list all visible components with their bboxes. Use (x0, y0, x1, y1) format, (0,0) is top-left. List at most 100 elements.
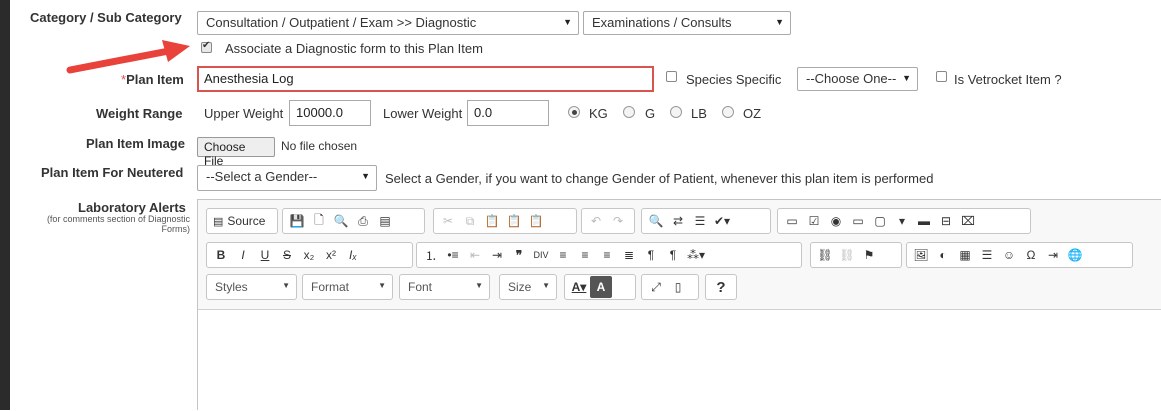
subcategory-select-value: Examinations / Consults (592, 15, 732, 30)
text-color-icon[interactable]: A▾ (568, 276, 590, 298)
image-button-icon[interactable]: ⊟ (935, 210, 957, 232)
align-center-icon[interactable]: ≡ (574, 244, 596, 266)
toolbar-group-insert: 🖼 ◐ ▦ ☰ ☺ Ω ⇥ 🌐 (906, 242, 1133, 268)
select-field-icon[interactable]: ▾ (891, 210, 913, 232)
paste-icon[interactable]: 📋 (481, 210, 503, 232)
bg-color-icon[interactable]: A (590, 276, 612, 298)
special-char-icon[interactable]: Ω (1020, 244, 1042, 266)
subscript-icon[interactable]: x₂ (298, 244, 320, 266)
iframe-globe-icon[interactable]: 🌐 (1064, 244, 1086, 266)
plan-item-input[interactable]: Anesthesia Log (197, 66, 654, 92)
preview-icon[interactable]: 🔍 (330, 210, 352, 232)
templates-icon[interactable]: ▤ (374, 210, 396, 232)
bulleted-list-icon[interactable]: •≡ (442, 244, 464, 266)
form-icon[interactable]: ▭ (781, 210, 803, 232)
table-icon[interactable]: ▦ (954, 244, 976, 266)
smiley-icon[interactable]: ☺ (998, 244, 1020, 266)
chevron-down-icon: ▼ (361, 171, 370, 181)
gender-select[interactable]: --Select a Gender-- ▼ (197, 165, 377, 191)
help-button[interactable]: ? (710, 276, 732, 298)
subcategory-select[interactable]: Examinations / Consults ▼ (583, 11, 791, 35)
species-specific-label: Species Specific (686, 72, 782, 87)
category-label: Category / Sub Category (30, 10, 182, 25)
textarea-icon[interactable]: ▢ (869, 210, 891, 232)
paste-word-icon[interactable]: 📋 (525, 210, 547, 232)
button-field-icon[interactable]: ▬ (913, 210, 935, 232)
styles-combo[interactable]: Styles ▼ (206, 274, 297, 300)
replace-icon[interactable]: ⇄ (667, 210, 689, 232)
lab-alerts-label: Laboratory Alerts (78, 200, 186, 215)
editor-toolbar: ▤ Source 💾 🗋 🔍 ⎙ ▤ ✂ ⧉ 📋 📋 📋 ↶ ↷ 🔍 ⇄ ☰ ✔▾ (198, 200, 1161, 310)
unit-radio-g[interactable] (623, 106, 635, 118)
checkbox-icon[interactable]: ☑ (803, 210, 825, 232)
unit-radio-lb[interactable] (670, 106, 682, 118)
anchor-flag-icon[interactable]: ⚑ (858, 244, 880, 266)
div-icon[interactable]: DIV (530, 244, 552, 266)
link-icon[interactable]: ⛓ (814, 244, 836, 266)
chevron-down-icon: ▼ (542, 281, 550, 290)
species-specific-checkbox[interactable] (666, 71, 677, 82)
undo-icon[interactable]: ↶ (585, 210, 607, 232)
unit-radio-kg[interactable] (568, 106, 580, 118)
spellcheck-icon[interactable]: ✔▾ (711, 210, 733, 232)
show-blocks-icon[interactable]: ▯ (667, 276, 689, 298)
format-combo-label: Format (311, 280, 350, 294)
align-right-icon[interactable]: ≡ (596, 244, 618, 266)
editor-content-area[interactable] (198, 311, 1161, 411)
choose-file-button[interactable]: Choose File (197, 137, 275, 168)
language-icon[interactable]: ⁂▾ (684, 244, 708, 266)
select-all-icon[interactable]: ☰ (689, 210, 711, 232)
category-select[interactable]: Consultation / Outpatient / Exam >> Diag… (197, 11, 579, 35)
paste-text-icon[interactable]: 📋 (503, 210, 525, 232)
upper-weight-input[interactable]: 10000.0 (289, 100, 371, 126)
horizontal-rule-icon[interactable]: ☰ (976, 244, 998, 266)
strike-icon[interactable]: S (276, 244, 298, 266)
chevron-down-icon: ▼ (282, 281, 290, 290)
no-file-text: No file chosen (281, 139, 358, 153)
blockquote-icon[interactable]: ❞ (508, 244, 530, 266)
hidden-field-icon[interactable]: ⌧ (957, 210, 979, 232)
chevron-down-icon: ▼ (775, 17, 784, 27)
ltr-icon[interactable]: ¶ (640, 244, 662, 266)
left-edge-strip (0, 0, 10, 410)
redo-icon[interactable]: ↷ (607, 210, 629, 232)
chevron-down-icon: ▼ (902, 73, 911, 83)
copy-icon[interactable]: ⧉ (459, 210, 481, 232)
save-icon[interactable]: 💾 (286, 210, 308, 232)
size-combo[interactable]: Size ▼ (499, 274, 557, 300)
outdent-icon[interactable]: ⇤ (464, 244, 486, 266)
remove-format-icon[interactable]: Iₓ (342, 244, 364, 266)
indent-icon[interactable]: ⇥ (486, 244, 508, 266)
chevron-down-icon: ▼ (378, 281, 386, 290)
diagnostic-form-checkbox[interactable] (201, 40, 212, 53)
font-combo[interactable]: Font ▼ (399, 274, 490, 300)
maximize-icon[interactable]: ⤢ (645, 276, 667, 298)
page-break-icon[interactable]: ⇥ (1042, 244, 1064, 266)
image-icon[interactable]: 🖼 (910, 244, 932, 266)
gender-select-value: --Select a Gender-- (206, 169, 318, 184)
lower-weight-input[interactable]: 0.0 (467, 100, 549, 126)
align-justify-icon[interactable]: ≣ (618, 244, 640, 266)
numbered-list-icon[interactable]: ⒈ (420, 244, 442, 266)
print-icon[interactable]: ⎙ (352, 210, 374, 232)
chevron-down-icon: ▼ (563, 17, 572, 27)
align-left-icon[interactable]: ≡ (552, 244, 574, 266)
flash-icon[interactable]: ◐ (932, 244, 954, 266)
format-combo[interactable]: Format ▼ (302, 274, 393, 300)
bold-icon[interactable]: B (210, 244, 232, 266)
new-page-icon[interactable]: 🗋 (308, 210, 330, 232)
source-icon: ▤ (213, 215, 224, 228)
unlink-icon[interactable]: ⛓ (836, 244, 858, 266)
species-select[interactable]: --Choose One-- ▼ (797, 67, 918, 91)
vetrocket-checkbox[interactable] (936, 71, 947, 82)
rtl-icon[interactable]: ¶ (662, 244, 684, 266)
textfield-icon[interactable]: ▭ (847, 210, 869, 232)
unit-radio-oz[interactable] (722, 106, 734, 118)
find-icon[interactable]: 🔍 (645, 210, 667, 232)
radio-icon[interactable]: ◉ (825, 210, 847, 232)
superscript-icon[interactable]: x² (320, 244, 342, 266)
cut-icon[interactable]: ✂ (437, 210, 459, 232)
source-button[interactable]: ▤ Source (210, 210, 268, 232)
underline-icon[interactable]: U (254, 244, 276, 266)
italic-icon[interactable]: I (232, 244, 254, 266)
